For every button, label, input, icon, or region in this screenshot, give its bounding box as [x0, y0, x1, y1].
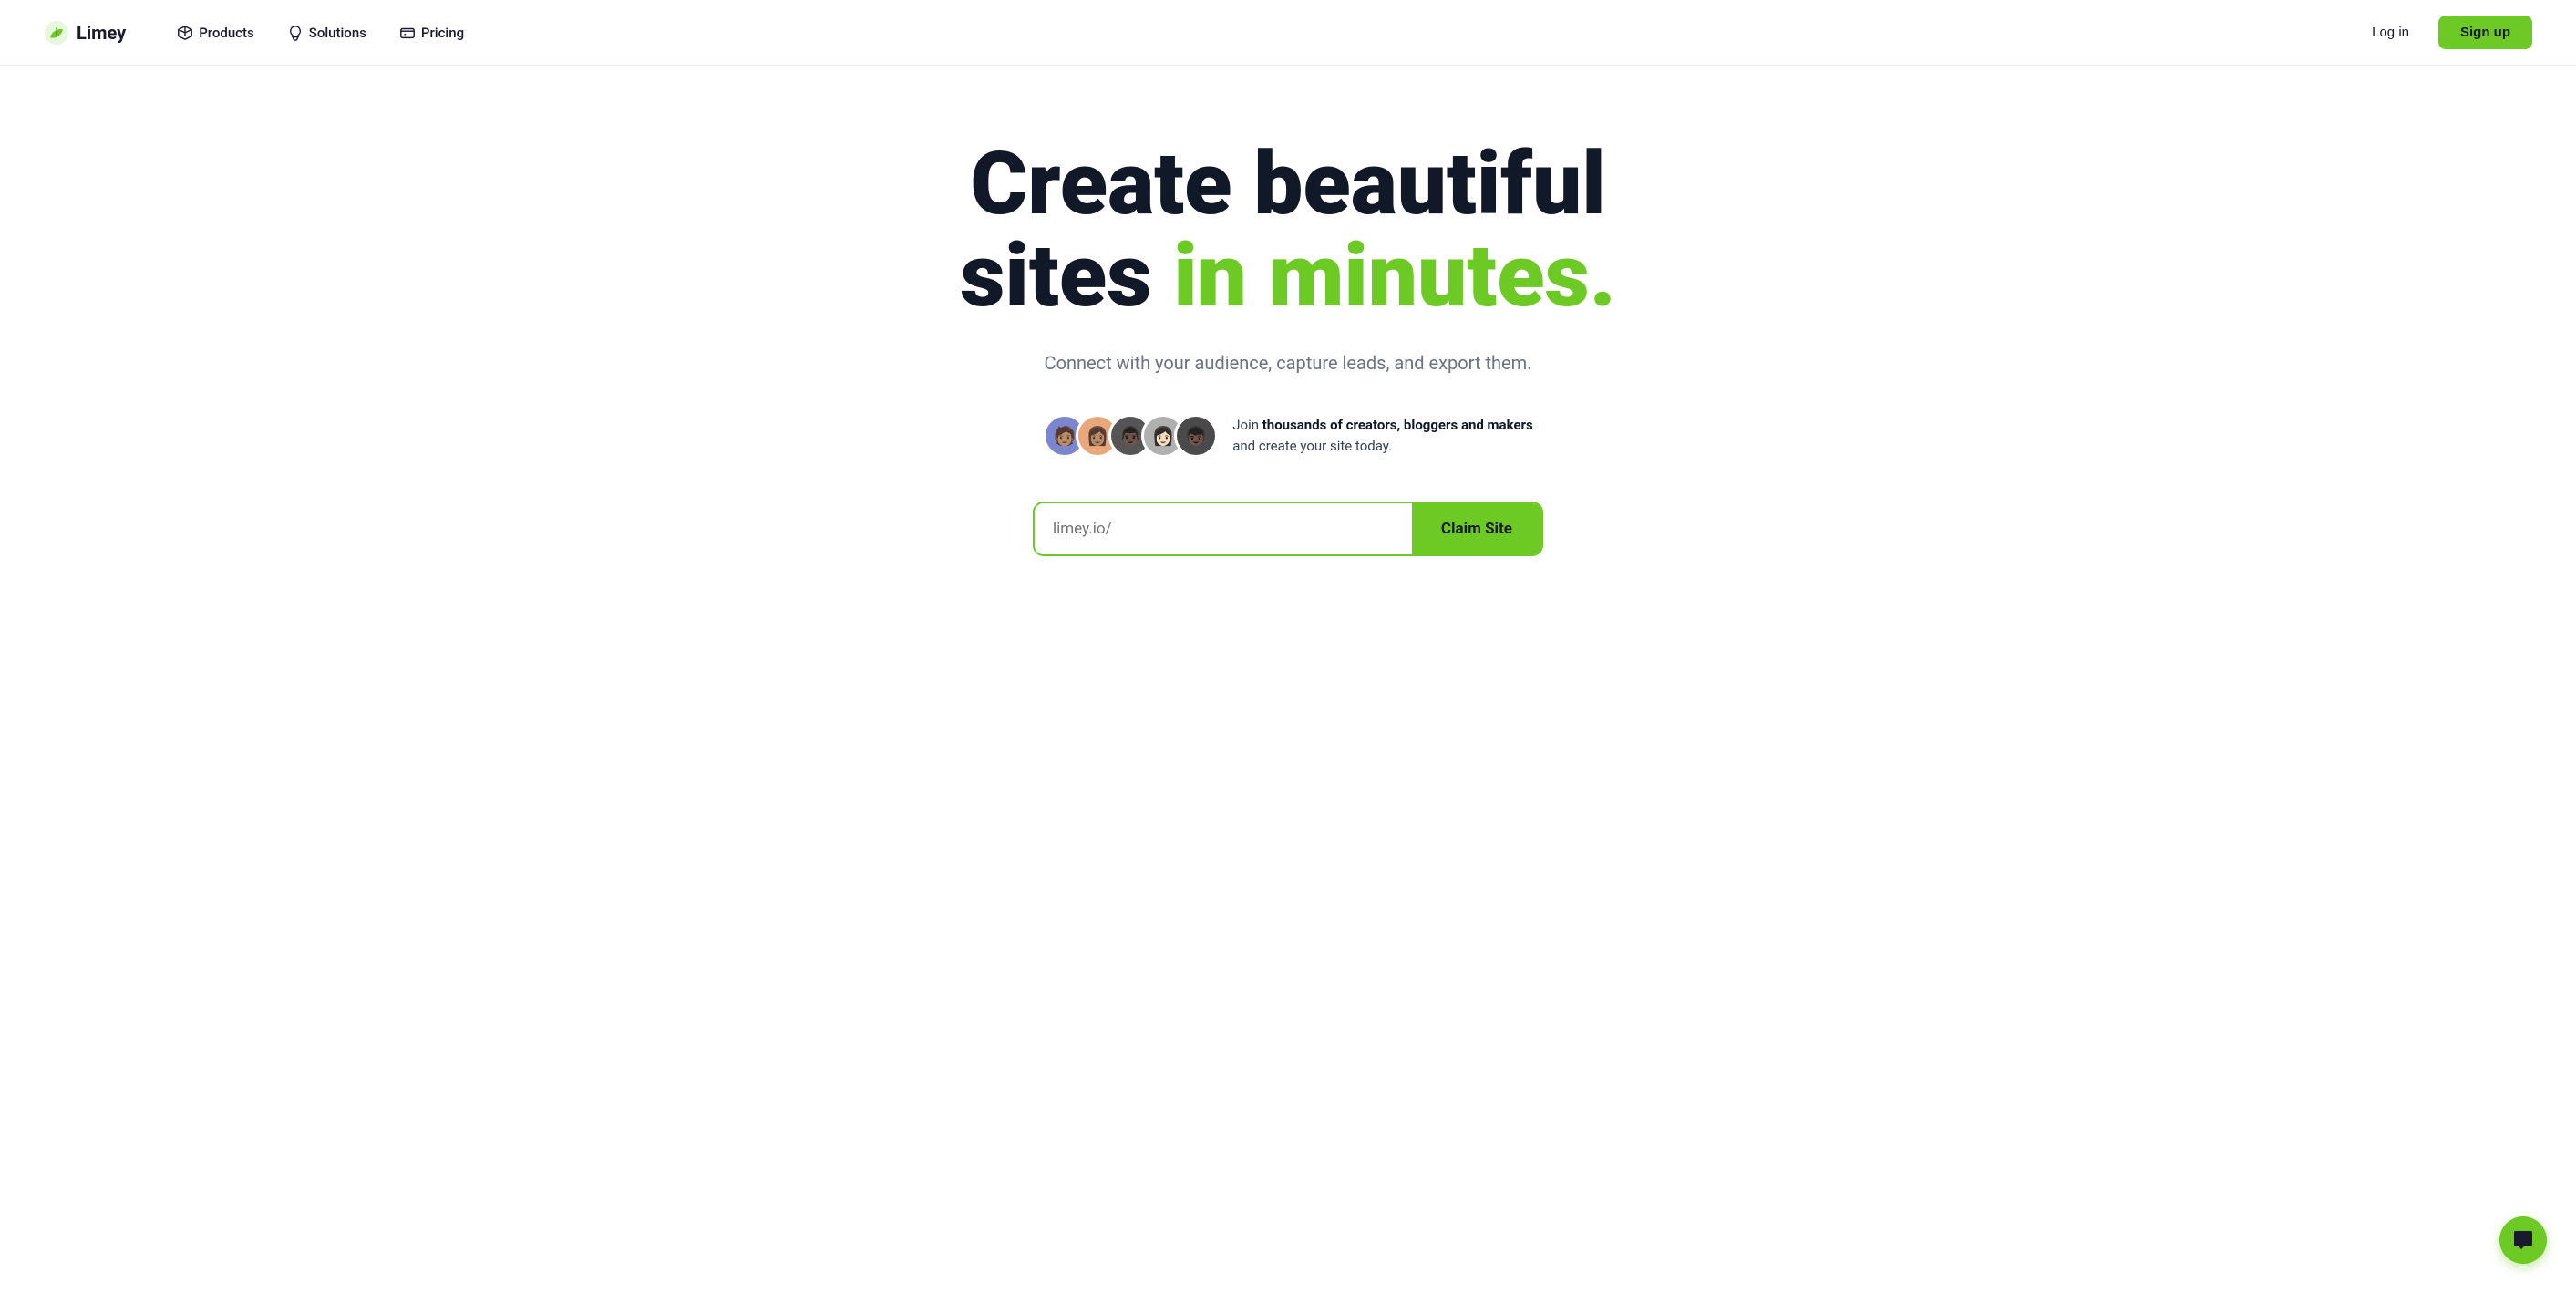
- nav-label-products: Products: [199, 25, 254, 41]
- headline-line2-plain: sites: [960, 225, 1173, 327]
- bulb-icon: [287, 25, 304, 41]
- navbar: Limey Products Solutions: [0, 0, 2576, 66]
- headline-line1: Create beautiful: [970, 133, 1605, 235]
- logo-link[interactable]: Limey: [44, 20, 126, 46]
- social-proof-text: Join thousands of creators, bloggers and…: [1232, 415, 1533, 456]
- chat-icon: [2512, 1229, 2534, 1251]
- nav-label-solutions: Solutions: [309, 25, 366, 41]
- nav-item-pricing[interactable]: Pricing: [385, 17, 479, 48]
- social-proof-plain: and create your site today.: [1232, 438, 1392, 454]
- social-proof: 🧑🏽 👩🏽 👨🏿 👩🏻 👦🏿 Join thousands of creator…: [1043, 414, 1533, 458]
- nav-links: Products Solutions Pricing: [162, 17, 2357, 48]
- login-button[interactable]: Log in: [2357, 17, 2424, 47]
- hero-section: Create beautiful sites in minutes. Conne…: [0, 66, 2576, 611]
- avatar-5: 👦🏿: [1174, 414, 1218, 458]
- nav-right: Log in Sign up: [2357, 16, 2532, 49]
- signup-button[interactable]: Sign up: [2438, 16, 2532, 49]
- social-proof-bold: thousands of creators, bloggers and make…: [1262, 417, 1533, 433]
- hero-subtitle: Connect with your audience, capture lead…: [1045, 348, 1532, 378]
- nav-item-products[interactable]: Products: [162, 17, 269, 48]
- logo-icon: [44, 20, 69, 46]
- nav-item-solutions[interactable]: Solutions: [273, 17, 381, 48]
- box-icon: [177, 25, 193, 41]
- nav-label-pricing: Pricing: [421, 25, 464, 41]
- logo-text: Limey: [77, 22, 126, 44]
- avatar-group: 🧑🏽 👩🏽 👨🏿 👩🏻 👦🏿: [1043, 414, 1218, 458]
- card-icon: [399, 25, 416, 41]
- headline-accent: in minutes.: [1173, 225, 1616, 327]
- claim-site-button[interactable]: Claim Site: [1412, 503, 1541, 554]
- hero-headline: Create beautiful sites in minutes.: [960, 139, 1616, 323]
- chat-button[interactable]: [2499, 1216, 2547, 1264]
- cta-form: Claim Site: [1033, 502, 1543, 556]
- social-proof-prefix: Join: [1232, 417, 1262, 433]
- url-input[interactable]: [1035, 503, 1412, 554]
